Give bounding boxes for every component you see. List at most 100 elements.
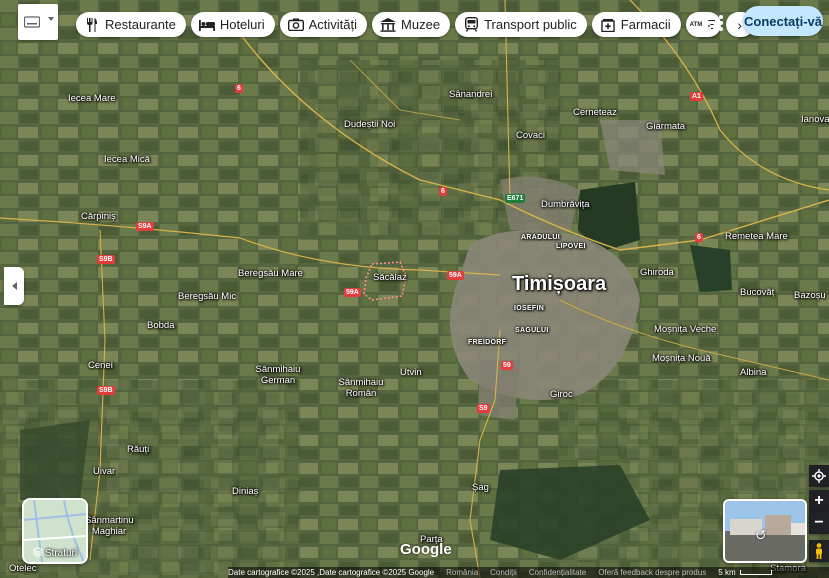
feedback-link[interactable]: Oferă feedback despre produs: [598, 568, 706, 577]
apps-grid-icon: [707, 15, 723, 31]
road-shield: S9A: [136, 222, 154, 231]
place-label: Săcălaz: [373, 272, 407, 283]
imagery-attribution: Date cartografice ©2025 ,Date cartografi…: [228, 568, 435, 577]
road-shield: A1: [690, 92, 703, 101]
district-label: ARADULUI: [521, 234, 560, 241]
pharmacy-icon: [600, 17, 616, 33]
city-label: Timișoara: [512, 273, 607, 295]
apps-grid-button[interactable]: [704, 12, 726, 34]
place-label: Beregsău Mare: [238, 268, 303, 279]
road-shield: 59A: [344, 288, 361, 297]
chip-hotels[interactable]: Hoteluri: [190, 12, 275, 37]
sign-in-button[interactable]: Conectați-vă: [743, 6, 823, 36]
google-logo: Google: [400, 541, 452, 558]
place-label: Bazoșu: [794, 290, 826, 301]
chip-label: Activități: [308, 17, 358, 32]
district-label: IOSEFIN: [514, 305, 545, 312]
chip-public-transport[interactable]: Transport public: [455, 12, 587, 37]
district-label: SAGULUI: [515, 327, 549, 334]
caret-left-icon: [11, 282, 17, 290]
place-label: Cenei: [88, 360, 113, 371]
place-label: Remetea Mare: [725, 231, 788, 242]
place-label: Cerneteaz: [573, 107, 617, 118]
place-label: Dumbrăvița: [541, 199, 590, 210]
satellite-map[interactable]: [0, 0, 829, 578]
road-shield: 59A: [447, 271, 464, 280]
place-label: Utvin: [400, 367, 422, 378]
road-shield: E671: [505, 194, 526, 203]
chevron-down-icon: [48, 17, 54, 21]
chip-activities[interactable]: Activități: [279, 12, 368, 37]
road-shield: S9B: [97, 255, 115, 264]
train-icon: [463, 17, 479, 33]
place-label: Covaci: [516, 130, 546, 141]
place-label: Sânandrei: [449, 89, 493, 100]
chip-label: Transport public: [484, 17, 577, 32]
scale-label[interactable]: 5 km: [718, 568, 735, 577]
place-label: Giarmata: [646, 121, 686, 132]
terms-link[interactable]: Condiții: [490, 568, 517, 577]
place-label: Otelec: [9, 563, 37, 574]
layers-button[interactable]: Straturi: [22, 498, 88, 564]
place-label: Giroc: [550, 389, 573, 400]
road-shield: 6: [439, 187, 447, 196]
place-label: Răuți: [127, 444, 150, 455]
place-label: Dudeștii Noi: [344, 119, 396, 130]
chip-label: Restaurante: [105, 17, 176, 32]
pegman-button[interactable]: [809, 540, 829, 562]
chip-label: Farmacii: [620, 17, 671, 32]
fork-knife-icon: [84, 17, 100, 33]
my-location-button[interactable]: [809, 465, 829, 487]
place-label: Uivar: [93, 466, 116, 477]
zoom-in-button[interactable]: +: [809, 490, 829, 512]
place-label: Ghiroda: [640, 267, 674, 278]
chip-museums[interactable]: Muzee: [372, 12, 451, 37]
map-footer: Date cartografice ©2025 ,Date cartografi…: [228, 567, 829, 578]
scale-bar: [739, 570, 772, 575]
road-shield: 6: [235, 84, 243, 93]
place-label: Albina: [740, 367, 767, 378]
category-chip-bar: Restaurante Hoteluri Activități Muzee Tr…: [76, 12, 754, 37]
minus-icon: −: [814, 514, 824, 531]
place-label: Sânmihaiu Român: [338, 377, 384, 399]
place-label: Moșnița Veche: [654, 324, 717, 335]
chevron-right-icon: ›: [737, 16, 742, 33]
place-label: Ianova: [801, 114, 829, 125]
place-label: Beregsău Mic: [178, 291, 237, 302]
keyboard-input-button[interactable]: [18, 4, 58, 40]
zoom-out-button[interactable]: −: [809, 512, 829, 534]
place-label: Iecea Mare: [68, 93, 116, 104]
road-shield: 59: [501, 361, 513, 370]
place-label: Bucovăț: [740, 287, 775, 298]
chip-pharmacies[interactable]: Farmacii: [591, 12, 681, 37]
place-label: Moșnița Nouă: [652, 353, 711, 364]
place-label: Cărpiniș: [81, 211, 116, 222]
place-label: Șag: [472, 482, 489, 493]
road-shield: S9B: [97, 386, 115, 395]
rotate-icon: ↺: [755, 527, 767, 543]
road-shield: 6: [695, 233, 703, 242]
collapse-side-panel-button[interactable]: [4, 267, 24, 305]
district-label: FREIDORF: [468, 339, 507, 346]
camera-icon: [287, 17, 304, 33]
keyboard-icon: [24, 16, 40, 28]
museum-icon: [380, 17, 397, 33]
district-label: LIPOVEI: [556, 243, 586, 250]
street-view-thumbnail[interactable]: ↺: [723, 499, 807, 563]
place-label: Sânmartinu Maghiar: [85, 515, 134, 537]
privacy-link[interactable]: Confidențialitate: [529, 568, 586, 577]
road-shield: S9: [477, 404, 490, 413]
chip-restaurants[interactable]: Restaurante: [76, 12, 186, 37]
crosshair-icon: [812, 469, 826, 483]
atm-icon: ATM: [689, 21, 703, 28]
place-label: Diniaș: [232, 486, 259, 497]
place-label: Iecea Mică: [104, 154, 150, 165]
plus-icon: +: [814, 492, 824, 509]
bed-icon: [198, 17, 215, 33]
layers-label: Straturi: [44, 548, 78, 559]
pegman-icon: [816, 543, 822, 559]
country-link[interactable]: România: [446, 568, 478, 577]
chip-label: Muzee: [401, 17, 441, 32]
layers-icon: [32, 546, 44, 560]
place-label: Sânmihaiu German: [255, 364, 301, 386]
